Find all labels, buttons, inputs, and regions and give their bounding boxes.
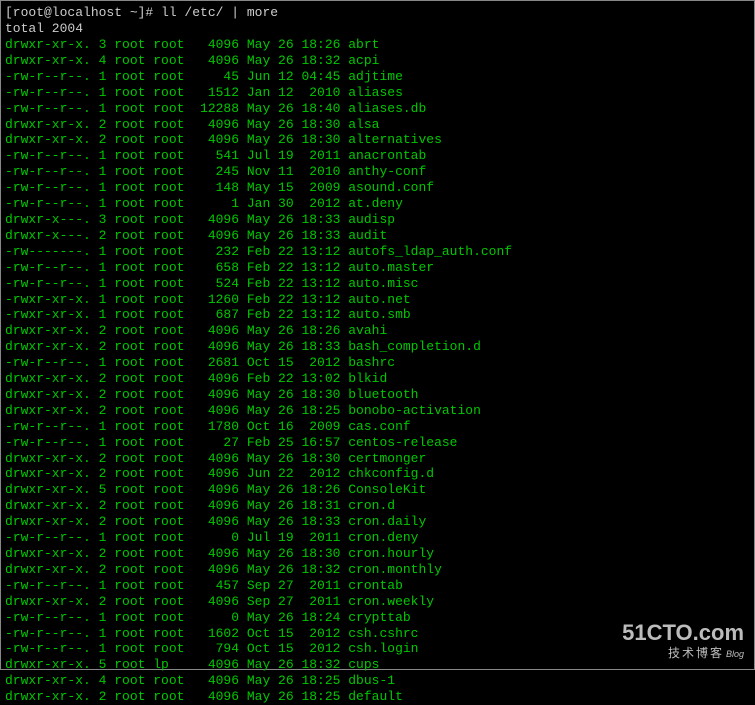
list-item: -rw-------. 1 root root 232 Feb 22 13:12… (5, 244, 750, 260)
list-item: -rwxr-xr-x. 1 root root 687 Feb 22 13:12… (5, 307, 750, 323)
list-item: drwxr-xr-x. 2 root root 4096 May 26 18:3… (5, 514, 750, 530)
list-item: -rw-r--r--. 1 root root 658 Feb 22 13:12… (5, 260, 750, 276)
list-item: drwxr-xr-x. 2 root root 4096 May 26 18:3… (5, 562, 750, 578)
list-item: drwxr-xr-x. 2 root root 4096 Feb 22 13:0… (5, 371, 750, 387)
list-item: drwxr-xr-x. 2 root root 4096 Sep 27 2011… (5, 594, 750, 610)
list-item: drwxr-xr-x. 3 root root 4096 May 26 18:2… (5, 37, 750, 53)
list-item: -rw-r--r--. 1 root root 45 Jun 12 04:45 … (5, 69, 750, 85)
prompt-host: [root@localhost ~]# (5, 5, 161, 20)
list-item: -rw-r--r--. 1 root root 457 Sep 27 2011 … (5, 578, 750, 594)
list-item: -rw-r--r--. 1 root root 148 May 15 2009 … (5, 180, 750, 196)
list-item: -rw-r--r--. 1 root root 1780 Oct 16 2009… (5, 419, 750, 435)
list-item: drwxr-xr-x. 5 root root 4096 May 26 18:2… (5, 482, 750, 498)
list-item: -rw-r--r--. 1 root root 27 Feb 25 16:57 … (5, 435, 750, 451)
list-item: drwxr-xr-x. 4 root root 4096 May 26 18:3… (5, 53, 750, 69)
list-item: drwxr-xr-x. 2 root root 4096 May 26 18:3… (5, 498, 750, 514)
list-item: -rw-r--r--. 1 root root 1512 Jan 12 2010… (5, 85, 750, 101)
prompt-command: ll /etc/ | more (161, 5, 278, 20)
list-item: -rw-r--r--. 1 root root 1 Jan 30 2012 at… (5, 196, 750, 212)
list-item: drwxr-xr-x. 2 root root 4096 May 26 18:2… (5, 403, 750, 419)
list-item: drwxr-xr-x. 2 root root 4096 May 26 18:3… (5, 451, 750, 467)
shell-prompt[interactable]: [root@localhost ~]# ll /etc/ | more (5, 5, 750, 20)
list-item: -rw-r--r--. 1 root root 245 Nov 11 2010 … (5, 164, 750, 180)
list-item: drwxr-xr-x. 4 root root 4096 May 26 18:2… (5, 673, 750, 689)
list-item: drwxr-x---. 3 root root 4096 May 26 18:3… (5, 212, 750, 228)
list-item: drwxr-xr-x. 2 root root 4096 May 26 18:3… (5, 132, 750, 148)
list-item: -rw-r--r--. 1 root root 541 Jul 19 2011 … (5, 148, 750, 164)
file-listing[interactable]: drwxr-xr-x. 3 root root 4096 May 26 18:2… (5, 37, 750, 705)
list-item: drwxr-x---. 2 root root 4096 May 26 18:3… (5, 228, 750, 244)
list-item: drwxr-xr-x. 2 root root 4096 May 26 18:3… (5, 546, 750, 562)
list-item: -rw-r--r--. 1 root root 524 Feb 22 13:12… (5, 276, 750, 292)
watermark: 51CTO.com 技术博客Blog (622, 622, 744, 661)
list-item: drwxr-xr-x. 2 root root 4096 Jun 22 2012… (5, 466, 750, 482)
ls-total: total 2004 (5, 21, 750, 36)
list-item: drwxr-xr-x. 2 root root 4096 May 26 18:2… (5, 323, 750, 339)
list-item: drwxr-xr-x. 2 root root 4096 May 26 18:2… (5, 689, 750, 705)
list-item: -rw-r--r--. 1 root root 12288 May 26 18:… (5, 101, 750, 117)
list-item: drwxr-xr-x. 2 root root 4096 May 26 18:3… (5, 117, 750, 133)
watermark-main: 51CTO.com (622, 622, 744, 644)
watermark-sub: 技术博客Blog (622, 644, 744, 661)
list-item: -rw-r--r--. 1 root root 0 Jul 19 2011 cr… (5, 530, 750, 546)
list-item: -rwxr-xr-x. 1 root root 1260 Feb 22 13:1… (5, 292, 750, 308)
list-item: drwxr-xr-x. 2 root root 4096 May 26 18:3… (5, 387, 750, 403)
list-item: drwxr-xr-x. 2 root root 4096 May 26 18:3… (5, 339, 750, 355)
list-item: -rw-r--r--. 1 root root 2681 Oct 15 2012… (5, 355, 750, 371)
